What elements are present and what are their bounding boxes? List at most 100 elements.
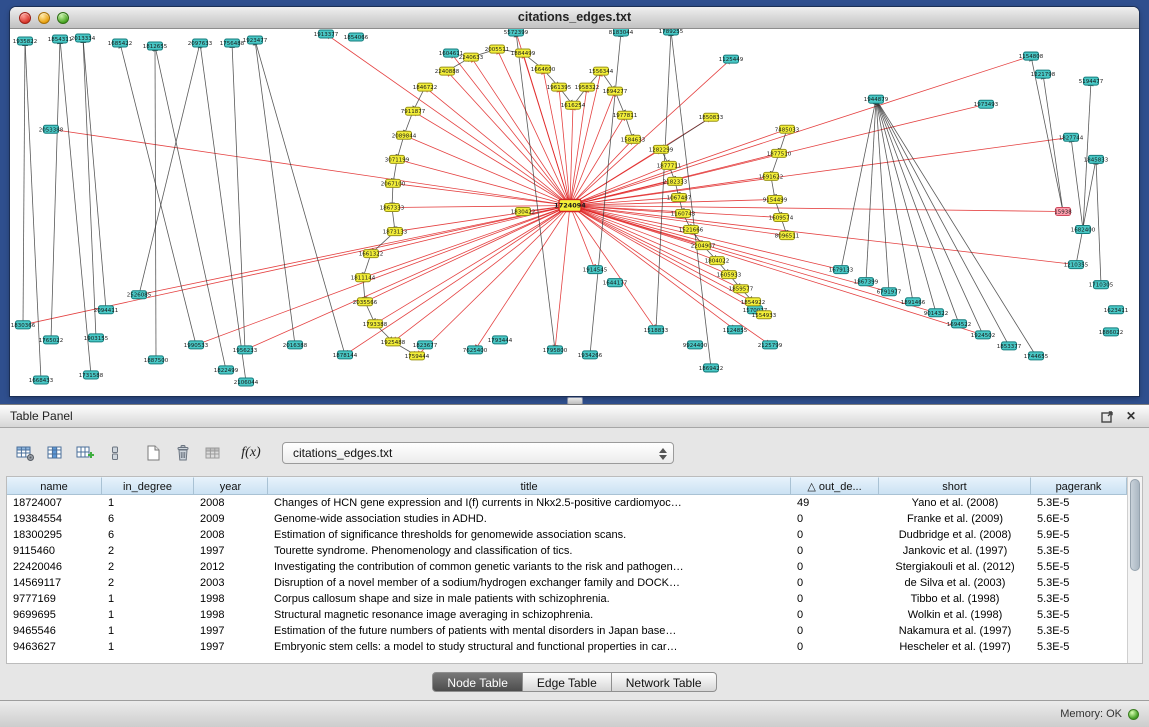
tab-network-table[interactable]: Network Table [612,672,717,692]
network-edge[interactable] [1031,56,1063,211]
table-cell[interactable]: 0 [791,623,879,639]
network-node[interactable]: 1756488 [220,39,245,47]
network-node[interactable]: 1903155 [84,334,109,342]
network-edge[interactable] [393,205,570,341]
table-cell[interactable]: 0 [791,639,879,655]
network-edge[interactable] [447,71,570,205]
network-edge[interactable] [155,46,226,370]
network-node[interactable]: 1934266 [578,351,603,359]
table-cell[interactable]: 5.3E-5 [1031,543,1127,559]
network-edge[interactable] [570,205,1076,264]
table-options-icon[interactable] [12,441,38,465]
scrollbar-thumb[interactable] [1130,479,1140,571]
network-node[interactable]: 1830422 [511,207,535,215]
network-node[interactable]: 1854066 [344,33,369,41]
table-cell[interactable]: 5.6E-5 [1031,511,1127,527]
table-cell[interactable]: 9699695 [7,607,102,623]
network-node[interactable]: 2005511 [485,45,509,53]
network-node[interactable]: 1854311 [48,35,72,43]
network-node[interactable]: 1913377 [314,30,339,38]
column-header[interactable]: in_degree [102,477,194,495]
table-cell[interactable]: 5.3E-5 [1031,495,1127,511]
network-node[interactable]: 1584633 [621,135,646,143]
network-edge[interactable] [413,111,570,205]
table-cell[interactable]: 5.3E-5 [1031,591,1127,607]
network-edge[interactable] [876,99,936,313]
network-node[interactable]: 1846722 [413,83,437,91]
network-node[interactable]: 1668433 [29,376,54,384]
network-node[interactable]: 2035566 [353,298,378,306]
network-node[interactable]: 1556344 [589,67,614,75]
table-cell[interactable]: 1 [102,495,194,511]
network-node[interactable]: 2106044 [234,378,259,386]
tab-node-table[interactable]: Node Table [432,672,523,692]
network-edge[interactable] [555,205,570,349]
network-node[interactable]: 1935822 [13,37,37,45]
table-row[interactable]: 1938455462009Genome-wide association stu… [7,511,1127,527]
table-cell[interactable]: 5.3E-5 [1031,575,1127,591]
network-node[interactable]: 1973493 [974,100,999,108]
network-node[interactable]: 1884499 [511,49,536,57]
network-node[interactable]: 2089844 [392,131,417,139]
network-edge[interactable] [83,38,106,310]
network-edge[interactable] [570,205,741,288]
network-edge[interactable] [590,32,621,355]
network-node[interactable]: 15938 [1054,207,1072,215]
network-table-selector[interactable]: citations_edges.txt [282,442,674,464]
table-cell[interactable]: 0 [791,591,879,607]
network-edge[interactable] [155,46,156,360]
network-node[interactable]: 1859577 [729,285,754,293]
network-node[interactable]: 1609574 [769,214,794,222]
network-edge[interactable] [451,53,570,205]
network-node[interactable]: 1924502 [971,331,995,339]
network-edge[interactable] [345,205,570,354]
table-cell[interactable]: 1998 [194,591,268,607]
table-cell[interactable]: 1 [102,591,194,607]
network-node[interactable]: 2013334 [71,34,96,42]
table-cell[interactable]: 0 [791,559,879,575]
network-node[interactable]: 1282299 [649,145,674,153]
table-cell[interactable]: 19384554 [7,511,102,527]
function-builder-icon[interactable]: f(x) [238,441,264,465]
column-header[interactable]: pagerank [1031,477,1127,495]
table-cell[interactable]: 18300295 [7,527,102,543]
table-cell[interactable]: Structural magnetic resonance image aver… [268,607,791,623]
network-edge[interactable] [570,115,625,205]
network-edge[interactable] [570,205,983,334]
table-cell[interactable]: 5.9E-5 [1031,527,1127,543]
network-node[interactable]: 1990533 [184,341,209,349]
table-cell[interactable]: 0 [791,527,879,543]
network-node[interactable]: 1521666 [679,226,704,234]
table-cell[interactable]: Disruption of a novel member of a sodium… [268,575,791,591]
network-node[interactable]: 1823677 [413,341,438,349]
table-row[interactable]: 946362711997Embryonic stem cells: a mode… [7,639,1127,655]
column-header[interactable]: year [194,477,268,495]
network-edge[interactable] [326,34,570,205]
network-node[interactable]: 2125799 [758,341,783,349]
network-edge[interactable] [876,99,1036,356]
tab-edge-table[interactable]: Edge Table [523,672,612,692]
network-edge[interactable] [570,59,731,205]
table-cell[interactable]: 1997 [194,623,268,639]
network-node[interactable]: 5572399 [504,29,529,36]
network-node[interactable]: 1724094 [554,199,586,211]
network-node[interactable]: 2067100 [381,179,406,187]
network-edge[interactable] [232,43,245,350]
network-edge[interactable] [475,205,570,349]
table-row[interactable]: 1830029562008Estimation of significance … [7,527,1127,543]
table-cell[interactable]: Genome-wide association studies in ADHD. [268,511,791,527]
network-edge[interactable] [866,99,876,281]
network-node[interactable]: 1845833 [1084,155,1109,163]
network-edge[interactable] [392,205,570,207]
network-node[interactable]: 1873133 [383,228,408,236]
table-row[interactable]: 1456911722003Disruption of a novel membe… [7,575,1127,591]
network-node[interactable]: 1160743 [671,209,696,217]
table-cell[interactable]: Estimation of significance thresholds fo… [268,527,791,543]
table-cell[interactable]: de Silva et al. (2003) [879,575,1031,591]
table-cell[interactable]: Tibbo et al. (1998) [879,591,1031,607]
table-cell[interactable]: 2003 [194,575,268,591]
table-cell[interactable]: 2008 [194,527,268,543]
network-node[interactable]: 1867399 [854,278,879,286]
network-edge[interactable] [255,40,295,345]
network-node[interactable]: 8183044 [609,29,634,36]
